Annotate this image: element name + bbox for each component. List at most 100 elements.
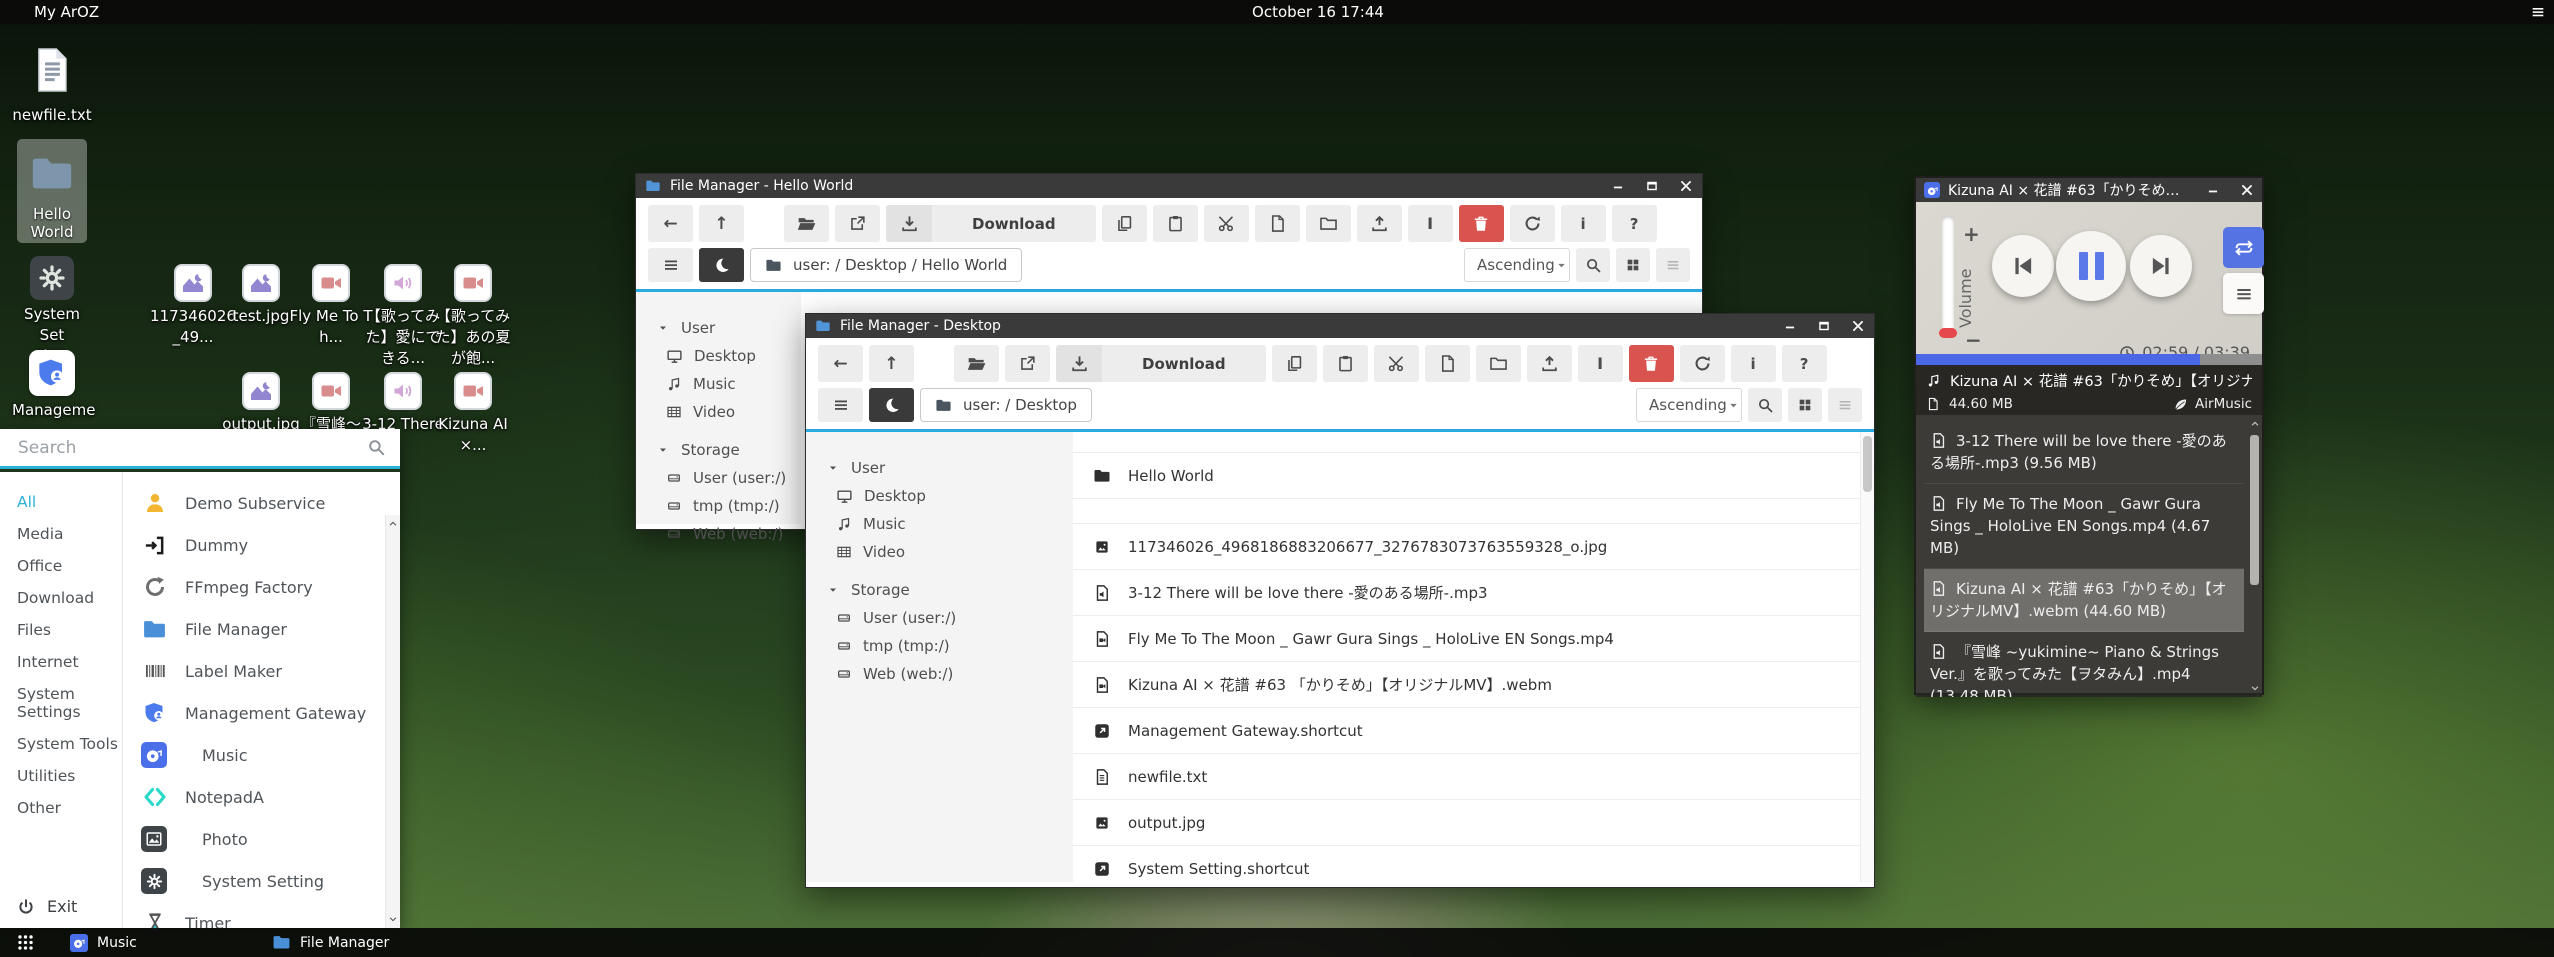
- help-button[interactable]: ?: [1782, 345, 1827, 382]
- repeat-button[interactable]: [2223, 227, 2264, 268]
- sidebar-item-user-drive[interactable]: User (user:/): [636, 464, 801, 492]
- info-button[interactable]: i: [1731, 345, 1776, 382]
- new-file-button[interactable]: [1255, 205, 1300, 242]
- file-row[interactable]: output.jpg: [1073, 800, 1874, 846]
- pause-button[interactable]: [2056, 231, 2126, 301]
- app-file-manager[interactable]: File Manager: [141, 608, 400, 650]
- app-system-setting[interactable]: System Setting: [141, 860, 400, 902]
- file-row[interactable]: System Setting.shortcut: [1073, 846, 1874, 882]
- app-notepada[interactable]: NotepadA: [141, 776, 400, 818]
- category-office[interactable]: Office: [0, 550, 122, 582]
- download-button[interactable]: Download: [886, 205, 1096, 242]
- desktop-icon-management-gateway[interactable]: Manageme: [12, 350, 92, 421]
- scroll-up-icon[interactable]: [388, 519, 398, 529]
- desktop-icon-newfile[interactable]: newfile.txt: [12, 45, 92, 126]
- start-menu-scrollbar[interactable]: [385, 515, 400, 928]
- info-button[interactable]: i: [1561, 205, 1606, 242]
- menu-button[interactable]: [818, 388, 863, 422]
- category-files[interactable]: Files: [0, 614, 122, 646]
- sidebar-item-web-drive[interactable]: Web (web:/): [636, 520, 801, 548]
- app-launcher-icon[interactable]: [16, 933, 35, 952]
- close-button[interactable]: [1679, 179, 1693, 193]
- rename-button[interactable]: I: [1408, 205, 1453, 242]
- category-download[interactable]: Download: [0, 582, 122, 614]
- scrollbar-thumb[interactable]: [2250, 435, 2259, 585]
- scrollbar-thumb[interactable]: [1863, 436, 1872, 492]
- sidebar-item-video[interactable]: Video: [806, 538, 1073, 566]
- progress-bar[interactable]: [1916, 354, 2262, 365]
- category-internet[interactable]: Internet: [0, 646, 122, 678]
- paste-button[interactable]: [1323, 345, 1368, 382]
- sidebar-section-storage[interactable]: Storage: [806, 576, 1073, 604]
- desktop-icon-kizuna[interactable]: Kizuna AI ×...: [428, 372, 518, 456]
- copy-button[interactable]: [1272, 345, 1317, 382]
- category-other[interactable]: Other: [0, 792, 122, 824]
- app-ffmpeg-factory[interactable]: FFmpeg Factory: [141, 566, 400, 608]
- hamburger-menu-icon[interactable]: [2530, 4, 2546, 20]
- open-in-new-button[interactable]: [835, 205, 880, 242]
- maximize-button[interactable]: [1645, 179, 1659, 193]
- sidebar-item-music[interactable]: Music: [636, 370, 801, 398]
- sidebar-section-storage[interactable]: Storage: [636, 436, 801, 464]
- title-bar[interactable]: Kizuna AI × 花譜 #63「かりそめ」【...: [1916, 178, 2262, 202]
- refresh-button[interactable]: [1680, 345, 1725, 382]
- app-demo-subservice[interactable]: Demo Subservice: [141, 482, 400, 524]
- upload-button[interactable]: [1357, 205, 1402, 242]
- sidebar-item-desktop[interactable]: Desktop: [806, 482, 1073, 510]
- maximize-button[interactable]: [1817, 319, 1831, 333]
- playlist-item[interactable]: Fly Me To The Moon _ Gawr Gura Sings _ H…: [1924, 484, 2244, 569]
- dark-mode-button[interactable]: [869, 388, 914, 422]
- taskbar-item-music[interactable]: Music: [62, 928, 145, 957]
- copy-button[interactable]: [1102, 205, 1147, 242]
- next-track-button[interactable]: [2130, 235, 2192, 297]
- scrollbar[interactable]: [1860, 432, 1874, 882]
- title-bar[interactable]: File Manager - Desktop: [806, 314, 1874, 338]
- back-button[interactable]: ←: [648, 205, 693, 242]
- up-button[interactable]: ↑: [699, 205, 744, 242]
- sidebar-section-user[interactable]: User: [806, 454, 1073, 482]
- sidebar-item-video[interactable]: Video: [636, 398, 801, 426]
- help-button[interactable]: ?: [1612, 205, 1657, 242]
- category-system-settings[interactable]: System Settings: [0, 678, 122, 728]
- search-input[interactable]: [16, 437, 367, 459]
- breadcrumb[interactable]: user: / Desktop / Hello World: [750, 248, 1022, 282]
- rename-button[interactable]: I: [1578, 345, 1623, 382]
- new-folder-button[interactable]: [1306, 205, 1351, 242]
- sort-dropdown[interactable]: Ascending: [1464, 248, 1570, 282]
- list-view-button[interactable]: [1656, 248, 1690, 282]
- sidebar-item-tmp-drive[interactable]: tmp (tmp:/): [636, 492, 801, 520]
- grid-view-button[interactable]: [1788, 388, 1822, 422]
- app-music[interactable]: Music: [141, 734, 400, 776]
- new-file-button[interactable]: [1425, 345, 1470, 382]
- paste-button[interactable]: [1153, 205, 1198, 242]
- sort-dropdown[interactable]: Ascending: [1636, 388, 1742, 422]
- close-button[interactable]: [2240, 183, 2254, 197]
- playlist-item-active[interactable]: Kizuna AI × 花譜 #63「かりそめ」【オリジナルMV】.webm (…: [1924, 569, 2244, 632]
- scroll-down-icon[interactable]: [2250, 683, 2260, 693]
- app-management-gateway[interactable]: Management Gateway: [141, 692, 400, 734]
- up-button[interactable]: ↑: [869, 345, 914, 382]
- file-row[interactable]: 3-12 There will be love there -愛のある場所-.m…: [1073, 570, 1874, 616]
- new-folder-button[interactable]: [1476, 345, 1521, 382]
- app-photo[interactable]: Photo: [141, 818, 400, 860]
- sidebar-section-user[interactable]: User: [636, 314, 801, 342]
- minimize-button[interactable]: [2206, 183, 2220, 197]
- playlist-toggle-button[interactable]: [2223, 273, 2264, 314]
- list-view-button[interactable]: [1828, 388, 1862, 422]
- breadcrumb[interactable]: user: / Desktop: [920, 388, 1092, 422]
- playlist-scrollbar[interactable]: [2248, 419, 2261, 693]
- desktop-icon-helloworld[interactable]: Hello World: [17, 139, 87, 243]
- desktop-icon-utattemita-2[interactable]: 【歌ってみ た】あの夏 が飽...: [428, 264, 518, 369]
- app-label-maker[interactable]: Label Maker: [141, 650, 400, 692]
- file-row[interactable]: Kizuna AI × 花譜 #63 「かりそめ」【オリジナルMV】.webm: [1073, 662, 1874, 708]
- download-button[interactable]: Download: [1056, 345, 1266, 382]
- delete-button[interactable]: [1459, 205, 1504, 242]
- minimize-button[interactable]: [1611, 179, 1625, 193]
- app-dummy[interactable]: Dummy: [141, 524, 400, 566]
- scroll-down-icon[interactable]: [388, 914, 398, 924]
- search-button[interactable]: [1748, 388, 1782, 422]
- exit-button[interactable]: Exit: [17, 897, 77, 916]
- volume-slider[interactable]: [1942, 216, 1954, 336]
- open-in-new-button[interactable]: [1005, 345, 1050, 382]
- minimize-button[interactable]: [1783, 319, 1797, 333]
